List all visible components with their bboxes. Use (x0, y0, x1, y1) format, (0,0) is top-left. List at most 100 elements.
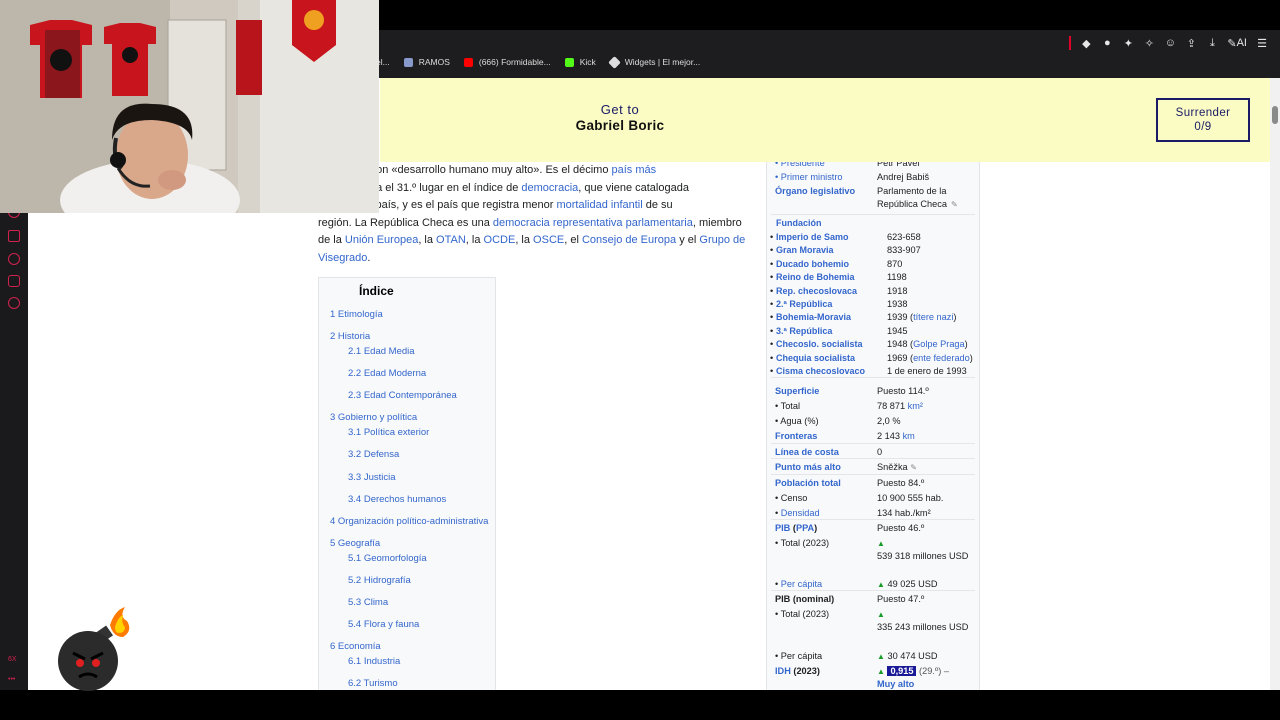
link-km[interactable]: km (903, 431, 915, 441)
toc-item[interactable]: 5.1 Geomorfología (348, 553, 427, 564)
link-osce[interactable]: OSCE (533, 234, 564, 246)
profile-icon[interactable]: ☺ (1164, 37, 1176, 49)
menu-icon[interactable]: ☰ (1256, 37, 1268, 50)
fundacion-period-link[interactable]: Chequia socialista (776, 352, 855, 365)
toc-item[interactable]: 6.2 Turismo (348, 678, 398, 689)
toc-item[interactable]: 3.3 Justicia (348, 472, 396, 483)
infobox-value[interactable]: Puesto 84.º (877, 477, 981, 490)
fundacion-period-link[interactable]: 3.ª República (776, 325, 832, 338)
link-idh[interactable]: IDH (775, 666, 791, 676)
toc-item[interactable]: 2.1 Edad Media (348, 346, 415, 357)
extension-diamond-icon[interactable]: ◆ (1080, 37, 1092, 50)
value-number: 539 318 millones USD (877, 551, 969, 561)
fundacion-period-link[interactable]: Gran Moravia (776, 244, 834, 257)
infobox-key[interactable]: Órgano legislativo (775, 185, 855, 198)
toc-item[interactable]: 6 Economía (330, 641, 381, 652)
fundacion-year: 1969 (ente federado) (887, 352, 991, 365)
extension-translate-icon[interactable]: ✦ (1122, 37, 1134, 50)
toc-item[interactable]: 5.4 Flora y fauna (348, 619, 419, 630)
toc-item[interactable]: 3.1 Política exterior (348, 427, 429, 438)
infobox-value[interactable]: Sněžka ✎ (877, 461, 981, 474)
toc-item[interactable]: 3 Gobierno y política (330, 412, 417, 423)
fundacion-note-link[interactable]: Golpe Praga (913, 339, 965, 349)
scrollbar-thumb[interactable] (1272, 106, 1278, 124)
link-muy-alto[interactable]: Muy alto (877, 679, 914, 689)
fundacion-period-link[interactable]: 2.ª República (776, 298, 832, 311)
infobox-value: ▲ 539 318 millones USD (877, 537, 981, 563)
edit-pencil-icon[interactable]: ✎ (910, 463, 917, 472)
link-snezka[interactable]: Sněžka (877, 462, 908, 472)
toc-item[interactable]: 3.2 Defensa (348, 449, 399, 460)
fundacion-note-link[interactable]: títere nazi (913, 312, 953, 322)
fundacion-period-link[interactable]: Bohemia-Moravia (776, 311, 851, 324)
sidebar-settings-icon[interactable] (8, 297, 20, 309)
link-otan[interactable]: OTAN (436, 234, 466, 246)
link-ppa[interactable]: PPA (796, 523, 814, 533)
infobox-value[interactable]: Puesto 47.º (877, 593, 981, 606)
value-number: 335 243 millones USD (877, 622, 969, 632)
fundacion-period-link[interactable]: Reino de Bohemia (776, 271, 855, 284)
toc-item[interactable]: 2.2 Edad Moderna (348, 368, 426, 379)
toc-item[interactable]: 3.4 Derechos humanos (348, 494, 446, 505)
extensions-puzzle-icon[interactable]: ✧ (1143, 37, 1155, 50)
infobox-divider (771, 443, 975, 444)
edit-pencil-icon[interactable]: ✎ (951, 198, 958, 211)
toc-item[interactable]: 2 Historia (330, 331, 370, 342)
infobox-key[interactable]: Punto más alto (775, 461, 841, 474)
toc-item[interactable]: 2.3 Edad Contemporánea (348, 390, 457, 401)
sidebar-clock-icon[interactable] (8, 253, 20, 265)
infobox-value[interactable]: Andrej Babiš (877, 171, 981, 184)
toc-item[interactable]: 5 Geografía (330, 538, 380, 549)
bookmark-item[interactable]: Widgets | El mejor... (607, 55, 700, 69)
fundacion-year-text: 1938 (887, 299, 908, 309)
article-text: de la (318, 234, 345, 246)
bullet: • (770, 285, 774, 296)
toc-item[interactable]: 1 Etimología (330, 309, 383, 320)
infobox-key[interactable]: Superficie (775, 385, 819, 398)
toc-item[interactable]: 6.1 Industria (348, 656, 400, 667)
fundacion-year-text: 870 (887, 258, 903, 269)
sidebar-bookmark-icon[interactable] (8, 230, 20, 242)
link-democracia-parlamentaria[interactable]: democracia representativa parlamentaria (493, 217, 693, 229)
bookmark-item[interactable]: (666) Formidable... (463, 57, 551, 67)
fundacion-period-link[interactable]: Checoslo. socialista (776, 338, 863, 351)
ai-button[interactable]: ✎ AI (1227, 37, 1247, 50)
sidebar-more-icon[interactable]: ••• (8, 676, 15, 683)
link-union-europea[interactable]: Unión Europea (345, 234, 418, 246)
fundacion-period-link[interactable]: Imperio de Samo (776, 231, 849, 244)
link-km2[interactable]: km² (908, 401, 923, 411)
link-pais-mas[interactable]: país más (612, 164, 657, 176)
link-ocde[interactable]: OCDE (484, 234, 516, 246)
toc-item[interactable]: 5.2 Hidrografía (348, 575, 411, 586)
link-democracia[interactable]: democracia (521, 182, 578, 194)
bookmark-item[interactable]: RAMOS (403, 57, 450, 67)
link-pib[interactable]: PIB (775, 523, 790, 533)
infobox-value[interactable]: Puesto 114.º (877, 385, 981, 398)
infobox-key[interactable]: Fronteras (775, 430, 817, 443)
fundacion-period-link[interactable]: Rep. checoslovaca (776, 285, 857, 298)
link-grupo-visegrado[interactable]: Grupo de (699, 234, 745, 246)
sidebar-messenger-icon[interactable] (8, 275, 20, 287)
link-densidad[interactable]: Densidad (781, 508, 820, 518)
link-mortalidad-infantil[interactable]: mortalidad infantil (556, 199, 642, 211)
toc-item[interactable]: 5.3 Clima (348, 597, 388, 608)
infobox-value[interactable]: Puesto 46.º (877, 522, 981, 535)
fundacion-period-link[interactable]: Ducado bohemio (776, 258, 849, 271)
infobox-key: • Censo (775, 493, 808, 503)
infobox-section-title[interactable]: Fundación (776, 217, 822, 230)
download-icon[interactable]: ⤓ (1206, 37, 1218, 49)
fundacion-note-link[interactable]: ente federado (913, 353, 970, 363)
surrender-button[interactable]: Surrender 0/9 (1156, 98, 1250, 142)
page-scrollbar[interactable] (1270, 78, 1280, 690)
bookmark-item[interactable]: Kick (564, 57, 596, 67)
infobox-key[interactable]: Población total (775, 477, 841, 490)
toc-item[interactable]: 4 Organización político-administrativa (330, 516, 488, 527)
infobox-row-pib-total: • Total (2023) ▲ 539 318 millones USD (767, 537, 979, 565)
link-consejo-europa[interactable]: Consejo de Europa (582, 234, 676, 246)
link-grupo-visegrado-cont[interactable]: Visegrado (318, 252, 367, 264)
link-per-capita[interactable]: Per cápita (781, 579, 822, 589)
infobox-key[interactable]: • Primer ministro (775, 171, 843, 184)
share-icon[interactable]: ⇪ (1185, 37, 1197, 50)
infobox-value[interactable]: Parlamento de la República Checa (877, 185, 981, 211)
extension-chat-icon[interactable]: ● (1101, 37, 1113, 49)
